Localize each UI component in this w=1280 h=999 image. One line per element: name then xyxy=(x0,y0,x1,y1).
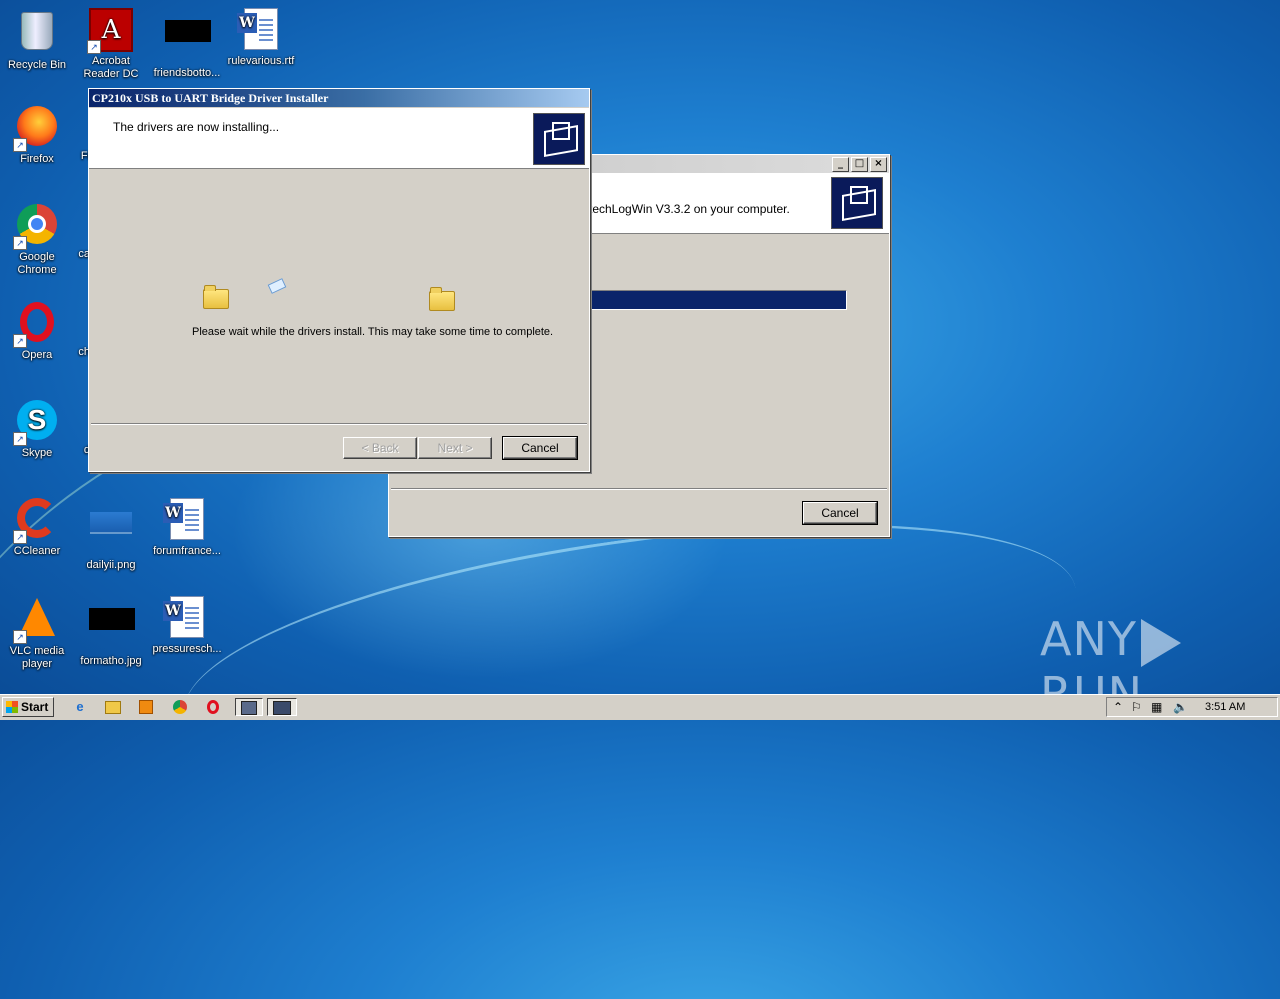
volume-icon[interactable]: 🔈 xyxy=(1173,699,1188,715)
word-document-icon: W xyxy=(163,596,209,640)
desktop-icon-friendsbotto[interactable]: friendsbotto... xyxy=(150,8,224,80)
separator xyxy=(391,488,887,490)
tray-expand-icon[interactable]: ⌃ xyxy=(1113,699,1123,715)
opera-icon: ↗ xyxy=(13,302,59,348)
driver-install-icon xyxy=(533,113,585,165)
status-text: Please wait while the drivers install. T… xyxy=(192,326,554,338)
desktop-icon-ccleaner[interactable]: ↗ CCleaner xyxy=(0,498,74,558)
recycle-bin-icon xyxy=(15,12,59,56)
install-progress-bar xyxy=(589,290,847,310)
desktop-icon-rulevarious[interactable]: W rulevarious.rtf xyxy=(224,8,298,68)
chrome-icon[interactable] xyxy=(170,698,190,716)
media-player-icon[interactable] xyxy=(136,698,156,716)
skype-icon: S ↗ xyxy=(13,400,59,446)
chrome-icon: ↗ xyxy=(13,204,59,250)
word-document-icon: W xyxy=(237,8,283,52)
window-title[interactable]: CP210x USB to UART Bridge Driver Install… xyxy=(89,89,589,107)
system-tray: ⌃ ⚐ ▦ 🔈 3:51 AM xyxy=(1106,697,1278,717)
desktop-icon-dailyii[interactable]: dailyii.png xyxy=(74,498,148,572)
driver-installer-icon[interactable] xyxy=(267,698,297,716)
action-center-flag-icon[interactable]: ⚐ xyxy=(1131,699,1142,715)
back-window-header-text: techLogWin V3.3.2 on your computer. xyxy=(589,202,790,216)
desktop-icon-partial[interactable]: Fi xyxy=(50,150,90,163)
next-button[interactable]: Next > xyxy=(418,437,492,459)
desktop-icon-recycle-bin[interactable]: Recycle Bin xyxy=(0,8,74,72)
windows-logo-icon xyxy=(6,701,18,713)
desktop-icon-formatho[interactable]: formatho.jpg xyxy=(74,596,148,668)
desktop-icon-chrome[interactable]: ↗ Google Chrome xyxy=(0,204,74,277)
source-folder-icon xyxy=(203,285,229,309)
watermark-left: ANY xyxy=(1040,612,1137,666)
flying-file-icon xyxy=(267,278,287,294)
cancel-button[interactable]: Cancel xyxy=(802,501,878,525)
cp210x-installer-window[interactable]: CP210x USB to UART Bridge Driver Install… xyxy=(88,88,590,472)
image-file-icon xyxy=(89,608,135,652)
desktop-icon-partial[interactable]: ch xyxy=(50,346,90,359)
desktop-icon-partial[interactable]: d xyxy=(50,444,90,457)
network-icon[interactable]: ▦ xyxy=(1151,699,1162,715)
desktop-icon-partial[interactable]: ca xyxy=(50,248,90,261)
separator xyxy=(91,423,587,425)
computer-install-icon xyxy=(831,177,883,229)
ccleaner-icon: ↗ xyxy=(13,498,59,544)
install-progress-fill xyxy=(590,291,846,309)
taskbar: Start e ⌃ ⚐ ▦ 🔈 3:51 AM xyxy=(0,694,1280,720)
word-document-icon: W xyxy=(163,498,209,542)
acrobat-icon: A ↗ xyxy=(87,8,133,54)
start-button[interactable]: Start xyxy=(2,697,54,717)
opera-icon[interactable] xyxy=(203,698,223,716)
maximize-button[interactable]: □ xyxy=(851,157,868,172)
clock[interactable]: 3:51 AM xyxy=(1205,699,1245,715)
cancel-button[interactable]: Cancel xyxy=(502,436,578,460)
destination-folder-icon xyxy=(429,287,455,311)
close-button[interactable]: × xyxy=(870,157,887,172)
ie-icon[interactable]: e xyxy=(70,698,90,716)
front-window-header: The drivers are now installing... xyxy=(89,108,589,169)
image-file-icon xyxy=(165,20,211,64)
vlc-icon: ↗ xyxy=(13,598,59,644)
png-file-icon xyxy=(89,512,133,556)
desktop-icon-pressuresch[interactable]: W pressuresch... xyxy=(150,596,224,656)
minimize-button[interactable]: _ xyxy=(832,157,849,172)
desktop-icon-acrobat[interactable]: A ↗ Acrobat Reader DC xyxy=(74,8,148,81)
header-text: The drivers are now installing... xyxy=(113,120,280,134)
back-button[interactable]: < Back xyxy=(343,437,417,459)
desktop-icon-forumfrance[interactable]: W forumfrance... xyxy=(150,498,224,558)
play-icon xyxy=(1140,618,1181,667)
desktop-icon-vlc[interactable]: ↗ VLC media player xyxy=(0,596,74,671)
explorer-icon[interactable] xyxy=(103,698,123,716)
start-label: Start xyxy=(21,700,49,714)
firefox-icon: ↗ xyxy=(13,106,59,152)
installer-icon[interactable] xyxy=(235,698,263,716)
